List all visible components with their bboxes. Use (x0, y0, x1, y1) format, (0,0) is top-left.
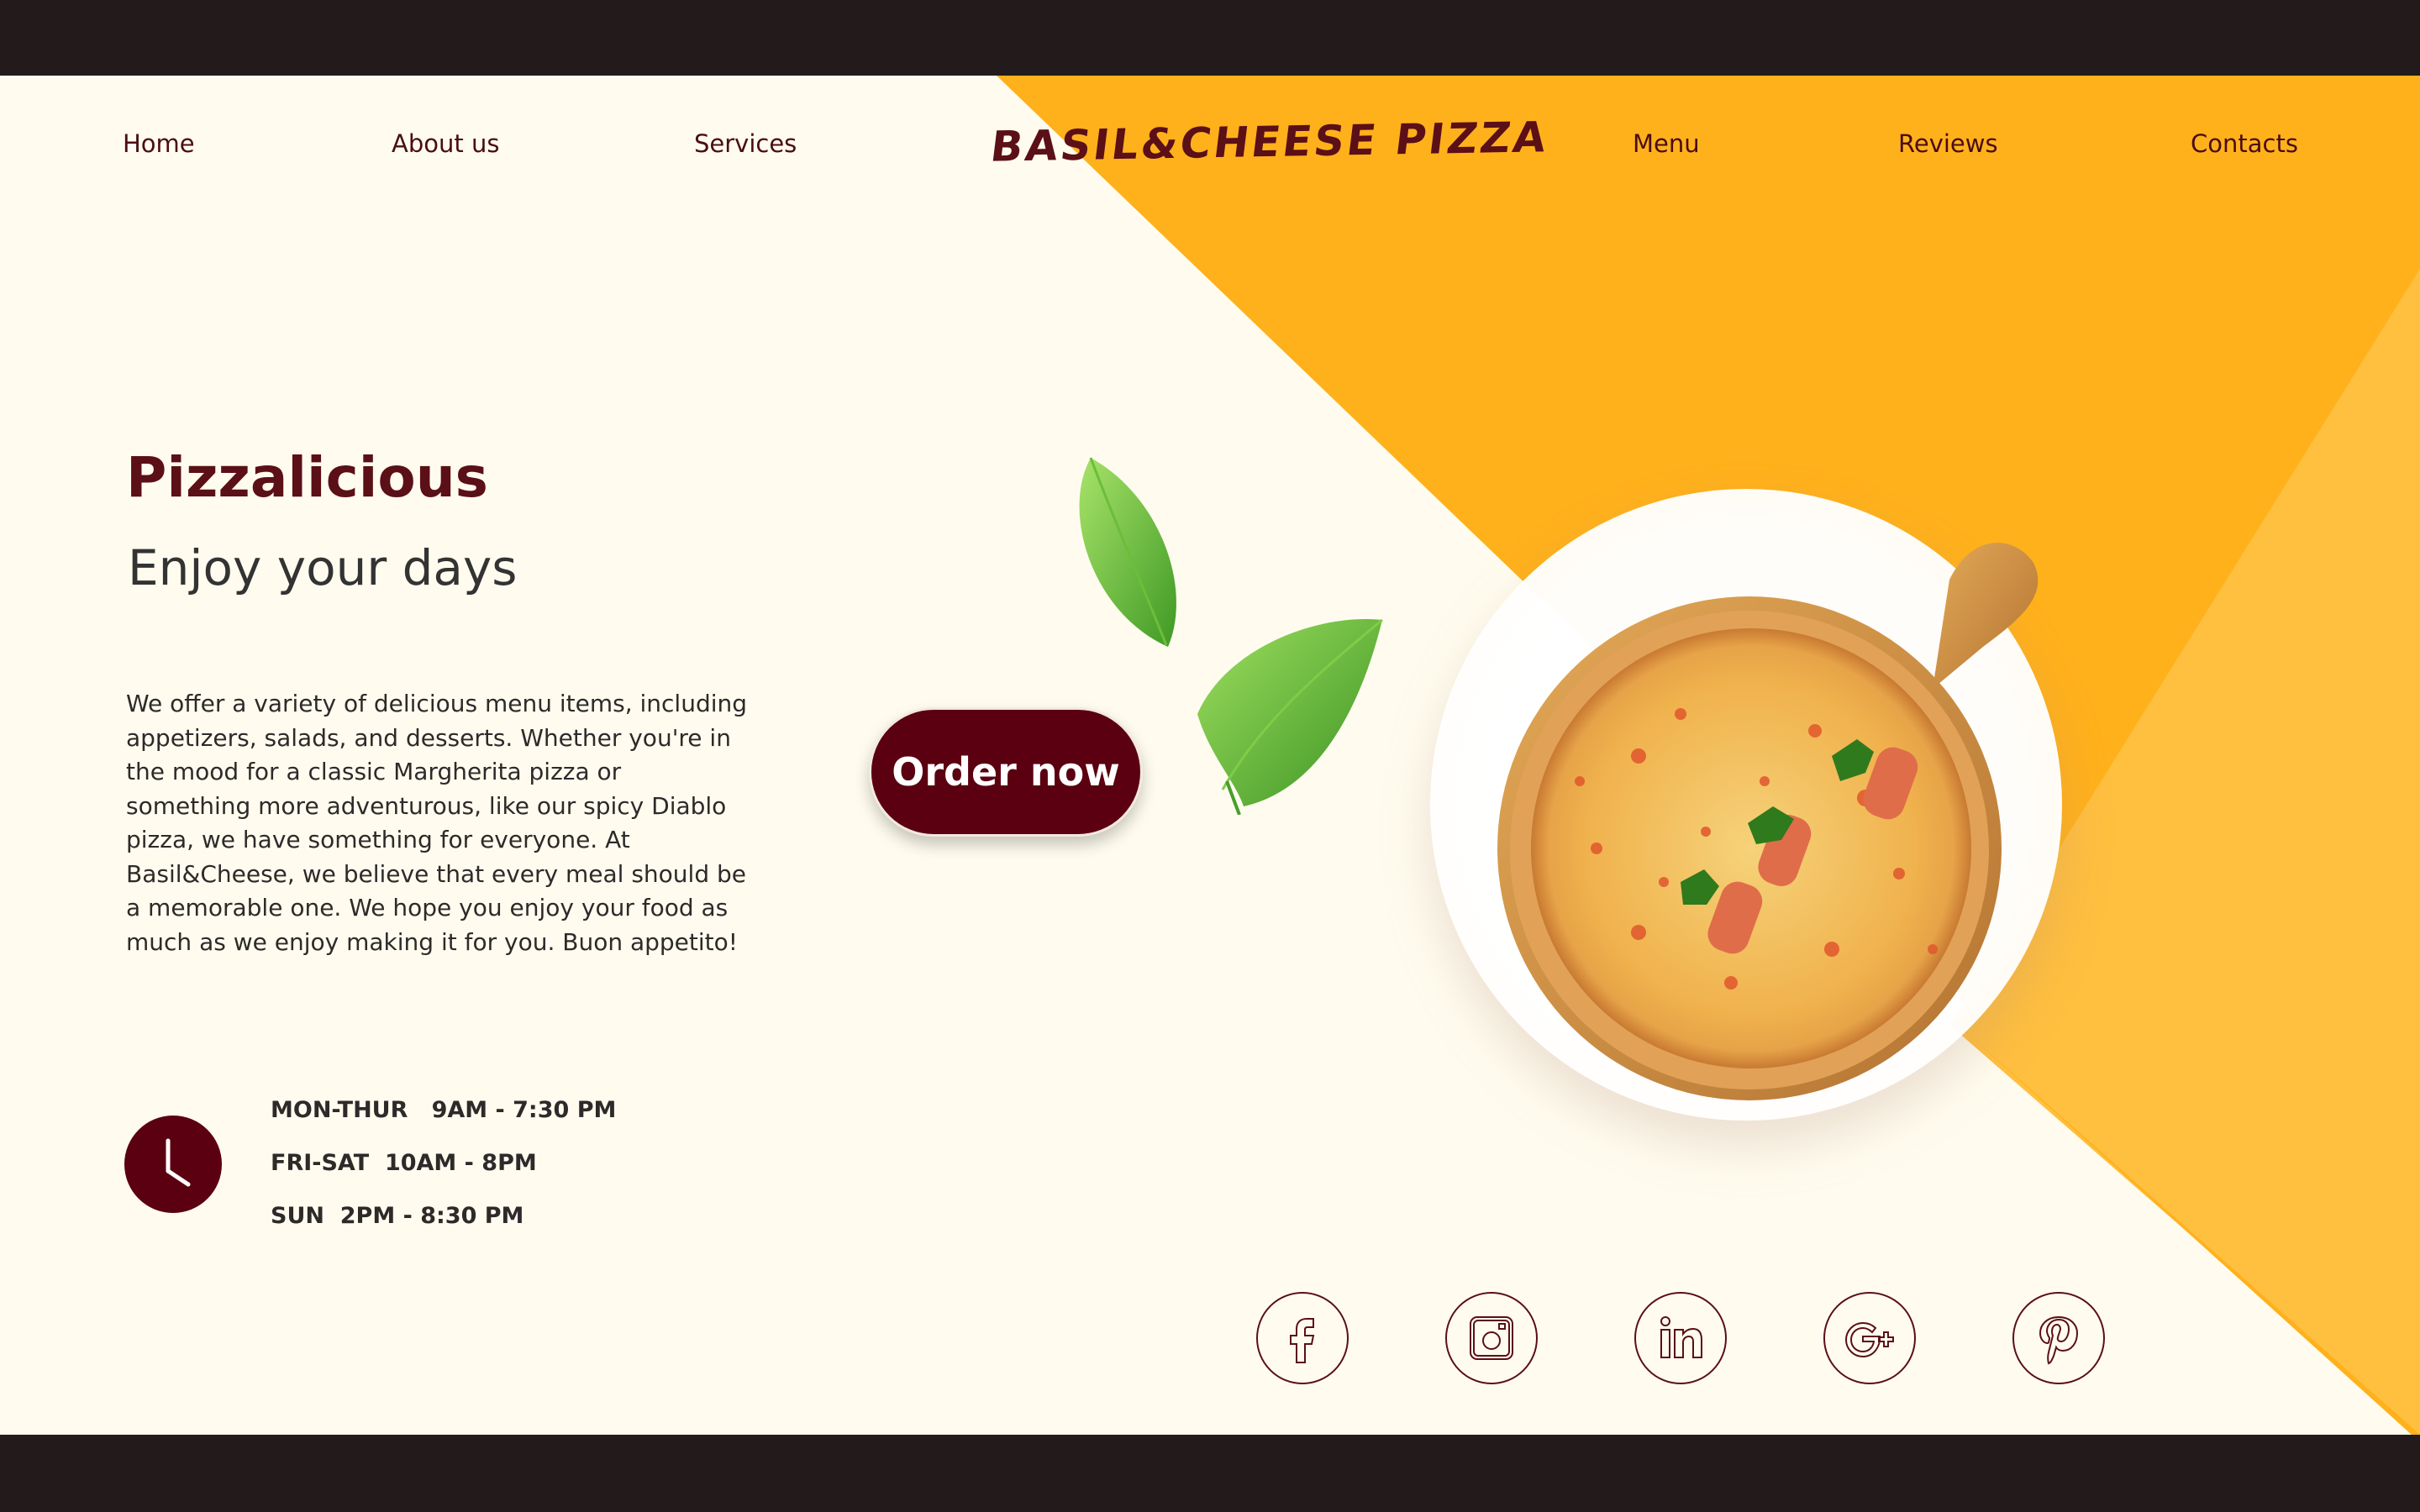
instagram-button[interactable] (1445, 1292, 1538, 1384)
hours-row-mon-thur: MON-THUR 9AM - 7:30 PM (271, 1097, 617, 1123)
landing-page: Home About us Services BASIL&CHEESE PIZZ… (0, 76, 2420, 1435)
google-plus-button[interactable] (1823, 1292, 1916, 1384)
top-frame-bar (0, 0, 2420, 76)
clock-icon (124, 1116, 222, 1213)
nav-services[interactable]: Services (694, 129, 797, 158)
google-plus-icon (1844, 1321, 1894, 1358)
hours-row-sun: SUN 2PM - 8:30 PM (271, 1203, 524, 1229)
facebook-icon (1290, 1318, 1315, 1363)
pizza-image (1497, 543, 2039, 1100)
linkedin-icon (1660, 1316, 1702, 1358)
bottom-frame-bar (0, 1435, 2420, 1512)
opening-hours: MON-THUR 9AM - 7:30 PM FRI-SAT 10AM - 8P… (271, 1095, 616, 1253)
hero-title: Pizzalicious (126, 445, 488, 510)
nav-contacts[interactable]: Contacts (2191, 129, 2298, 158)
instagram-icon (1470, 1316, 1513, 1360)
pinterest-icon (2039, 1315, 2079, 1365)
pinterest-button[interactable] (2012, 1292, 2105, 1384)
order-now-button[interactable]: Order now (869, 707, 1143, 837)
hours-row-fri-sat: FRI-SAT 10AM - 8PM (271, 1150, 537, 1176)
brand-logo[interactable]: BASIL&CHEESE PIZZA (988, 113, 1551, 171)
hero-subtitle: Enjoy your days (128, 539, 518, 596)
hero-description: We offer a variety of delicious menu ite… (126, 690, 748, 956)
nav-home[interactable]: Home (123, 129, 195, 158)
nav-menu[interactable]: Menu (1633, 129, 1700, 158)
facebook-button[interactable] (1256, 1292, 1349, 1384)
linkedin-button[interactable] (1634, 1292, 1727, 1384)
nav-reviews[interactable]: Reviews (1898, 129, 1998, 158)
nav-about-us[interactable]: About us (392, 129, 499, 158)
